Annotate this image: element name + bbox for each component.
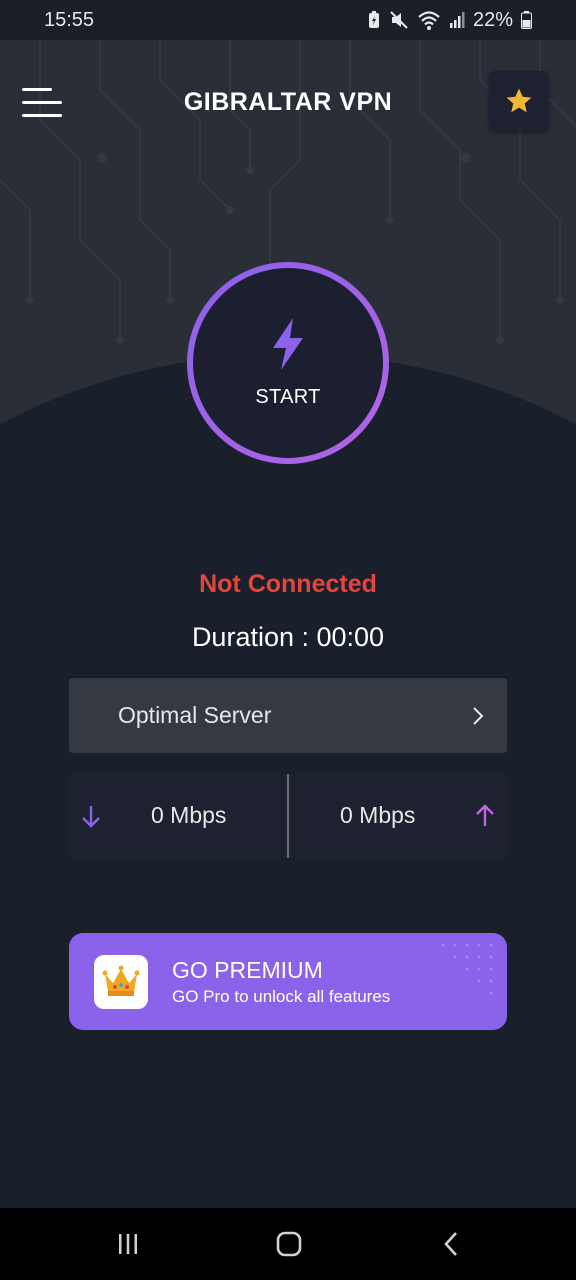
- connection-status: Not Connected: [199, 570, 377, 598]
- home-icon: [276, 1231, 302, 1257]
- speed-panel: 0 Mbps 0 Mbps: [69, 774, 507, 858]
- decorative-dots: [441, 943, 493, 995]
- nav-back-button[interactable]: [431, 1226, 471, 1262]
- wifi-icon: [418, 11, 440, 30]
- favorites-button[interactable]: [489, 71, 549, 131]
- duration-text: Duration : 00:00: [191, 622, 385, 652]
- navigation-bar: [0, 1208, 576, 1280]
- start-button[interactable]: START: [187, 262, 389, 464]
- back-icon: [444, 1232, 457, 1256]
- start-label: START: [255, 385, 321, 408]
- start-button-inner: START: [193, 268, 383, 458]
- star-icon: [506, 88, 532, 113]
- status-time: 15:55: [44, 8, 95, 31]
- battery-percent: 22%: [472, 8, 513, 31]
- premium-subtitle: GO Pro to unlock all features: [172, 987, 391, 1006]
- status-bar: 15:55 22%: [0, 0, 576, 40]
- upload-speed: 0 Mbps: [340, 802, 416, 828]
- premium-title: GO PREMIUM: [172, 957, 323, 983]
- crown-icon: [102, 965, 140, 996]
- premium-banner[interactable]: GO PREMIUM GO Pro to unlock all features: [69, 933, 507, 1030]
- server-label: Optimal Server: [118, 702, 272, 728]
- mute-icon: [390, 11, 408, 29]
- server-selector[interactable]: Optimal Server: [69, 678, 507, 753]
- battery-icon: [521, 11, 532, 29]
- arrow-up-icon: [476, 804, 494, 826]
- speed-divider: [287, 774, 289, 858]
- chevron-right-icon: [473, 706, 484, 725]
- nav-recents-button[interactable]: [108, 1226, 148, 1262]
- download-speed: 0 Mbps: [151, 802, 227, 828]
- signal-icon: [449, 12, 465, 28]
- nav-home-button[interactable]: [269, 1226, 309, 1262]
- lightning-icon: [273, 317, 303, 370]
- recents-icon: [119, 1234, 137, 1254]
- battery-saver-icon: [368, 11, 379, 28]
- arrow-down-icon: [82, 806, 100, 828]
- premium-icon-box: [94, 955, 148, 1009]
- status-icons: 22%: [367, 9, 532, 32]
